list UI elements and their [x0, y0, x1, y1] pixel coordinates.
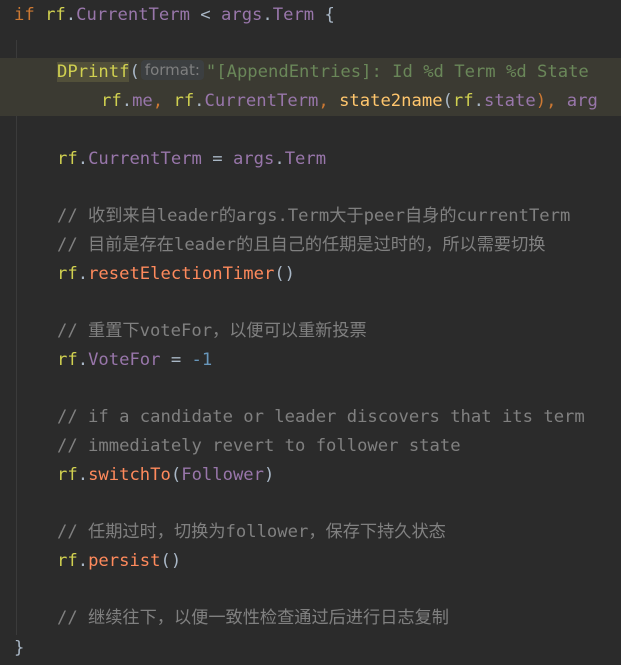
ident-rf: rf: [57, 551, 78, 571]
code-line-persist[interactable]: rf.persist(): [57, 547, 621, 576]
open-paren: (: [170, 465, 182, 485]
code-line-reset-timer[interactable]: rf.resetElectionTimer(): [57, 260, 621, 289]
closing-brace: }: [14, 638, 25, 658]
field-term: Term: [272, 5, 315, 25]
open-paren: (: [129, 62, 140, 82]
code-line-switch-to[interactable]: rf.switchTo(Follower): [57, 461, 621, 490]
ident-rf: rf: [57, 350, 78, 370]
const-follower: Follower: [181, 465, 265, 485]
code-line-dprintf-args[interactable]: rf.me, rf.CurrentTerm, state2name(rf.sta…: [101, 87, 621, 116]
param-hint-format: format:: [140, 60, 204, 80]
comment-line: // 收到来自leader的args.Term大于peer自身的currentT…: [57, 206, 571, 226]
ident-rf: rf: [452, 91, 474, 111]
operator-assign: =: [201, 149, 233, 169]
open-brace: {: [314, 5, 335, 25]
comment-line: // 重置下voteFor，以便可以重新投票: [57, 321, 367, 341]
function-dprintf: DPrintf: [57, 62, 130, 82]
field-state: state: [483, 91, 536, 111]
code-line-assign-term[interactable]: rf.CurrentTerm = args.Term: [57, 145, 621, 174]
close-paren-comma: ),: [535, 91, 567, 111]
parens: (): [160, 551, 182, 571]
comment-line: // 继续往下，以便一致性检查通过后进行日志复制: [57, 608, 449, 628]
dot: .: [194, 91, 205, 111]
ident-rf: rf: [57, 465, 78, 485]
field-vote-for: VoteFor: [88, 350, 161, 370]
operator-assign: =: [160, 350, 192, 370]
dot: .: [77, 465, 89, 485]
ident-rf: rf: [45, 5, 66, 25]
function-reset-election-timer: resetElectionTimer: [88, 264, 275, 284]
indent-guide: [16, 40, 17, 635]
dot: .: [77, 551, 89, 571]
comma: ,: [318, 91, 340, 111]
function-state2name: state2name: [339, 91, 443, 111]
dot: .: [262, 5, 273, 25]
field-me: me: [132, 91, 153, 111]
function-switch-to: switchTo: [88, 465, 171, 485]
dot: .: [77, 264, 89, 284]
code-line-if[interactable]: if rf.CurrentTerm < args.Term {: [14, 1, 621, 30]
close-paren: ): [264, 465, 275, 485]
dot: .: [77, 350, 89, 370]
keyword-if: if: [14, 5, 35, 25]
dot: .: [77, 149, 89, 169]
field-current-term: CurrentTerm: [76, 5, 190, 25]
open-paren: (: [442, 91, 453, 111]
comment-line: // 任期过时，切换为follower，保存下持久状态: [57, 522, 446, 542]
code-line-votefor[interactable]: rf.VoteFor = -1: [57, 346, 621, 375]
ident-args: args: [232, 149, 275, 169]
dot: .: [65, 5, 77, 25]
dot: .: [274, 149, 285, 169]
operator-lt: <: [189, 5, 221, 25]
parens: (): [274, 264, 296, 284]
format-string: "[AppendEntries]: Id %d Term %d State: [205, 62, 589, 82]
dot: .: [473, 91, 484, 111]
comment-line: // 目前是存在leader的且自己的任期是过时的，所以需要切换: [57, 235, 546, 255]
ident-args: args: [221, 5, 263, 25]
ident-rf: rf: [173, 91, 195, 111]
ident-rf: rf: [57, 149, 78, 169]
comment-line: // if a candidate or leader discovers th…: [57, 407, 585, 427]
ident-args: arg: [566, 91, 598, 111]
code-line-dprintf[interactable]: DPrintf(format: "[AppendEntries]: Id %d T…: [57, 58, 621, 87]
dot: .: [121, 91, 133, 111]
field-current-term: CurrentTerm: [88, 149, 202, 169]
function-persist: persist: [88, 551, 161, 571]
ident-rf: rf: [57, 264, 78, 284]
ident-rf: rf: [101, 91, 122, 111]
comment-line: // immediately revert to follower state: [57, 436, 461, 456]
code-editor[interactable]: if rf.CurrentTerm < args.Term { DPrintf(…: [0, 0, 621, 665]
field-term: Term: [284, 149, 327, 169]
comma: ,: [152, 91, 174, 111]
field-current-term: CurrentTerm: [204, 91, 319, 111]
number-literal: -1: [191, 350, 213, 370]
